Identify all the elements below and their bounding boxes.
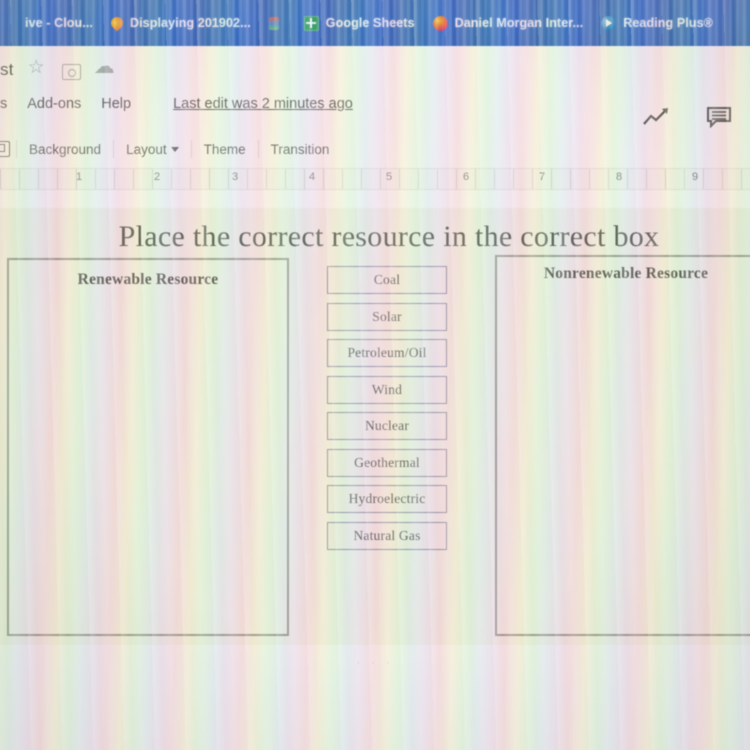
slide-title[interactable]: Place the correct resource in the correc…	[0, 220, 750, 254]
menu-item-help[interactable]: Help	[101, 96, 131, 112]
star-icon[interactable]	[28, 56, 48, 80]
below-slide-area: · · ·	[0, 645, 750, 750]
background-button[interactable]: Background	[17, 137, 113, 162]
slide-layout-icon[interactable]	[0, 141, 10, 157]
browser-tab-strip: ive - Clou... Displaying 201902... Googl…	[0, 0, 750, 46]
ruler-ticks	[0, 169, 750, 189]
ruler-number: 7	[538, 171, 546, 183]
ruler-number: 9	[691, 171, 699, 183]
dropzone-nonrenewable[interactable]: Nonrenewable Resource	[495, 255, 750, 636]
ruler-number: 1	[75, 171, 83, 183]
comment-icon[interactable]	[706, 106, 732, 129]
browser-tab-3[interactable]: Google Sheets	[295, 11, 424, 35]
resource-chip-geothermal[interactable]: Geothermal	[327, 448, 447, 477]
firefox-icon	[432, 15, 448, 31]
resource-chip-coal[interactable]: Coal	[327, 266, 447, 294]
tab-title: Displaying 201902...	[129, 16, 251, 30]
ruler-number: 4	[308, 171, 316, 183]
resource-chip-wind[interactable]: Wind	[327, 375, 447, 404]
ruler-number: 8	[615, 171, 623, 183]
dropzone-renewable[interactable]: Renewable Resource	[7, 258, 289, 636]
document-title-row: st	[0, 54, 115, 80]
tab-title: ive - Clou...	[25, 16, 93, 30]
transition-button[interactable]: Transition	[259, 137, 342, 162]
menu-item-tools[interactable]: s	[0, 96, 7, 112]
resource-chip-hydroelectric[interactable]: Hydroelectric	[327, 485, 447, 513]
chevron-down-icon	[170, 147, 179, 153]
browser-tab-4[interactable]: Daniel Morgan Inter...	[424, 11, 593, 35]
layout-button[interactable]: Layout	[114, 137, 191, 162]
header-action-icons	[642, 106, 732, 129]
browser-tab-1[interactable]: Displaying 201902...	[102, 11, 260, 35]
browser-tab-2[interactable]	[260, 11, 295, 35]
menu-bar: s Add-ons Help Last edit was 2 minutes a…	[0, 96, 353, 112]
horizontal-ruler[interactable]: 1 2 3 4 5 6 7 8 9	[0, 168, 750, 190]
location-pin-icon	[108, 14, 126, 32]
reading-plus-icon	[601, 15, 617, 31]
theme-button[interactable]: Theme	[192, 137, 258, 162]
resource-chip-natural-gas[interactable]: Natural Gas	[327, 521, 447, 550]
drive-icon	[3, 16, 18, 31]
resource-chip-petroleum-oil[interactable]: Petroleum/Oil	[327, 339, 447, 367]
slides-toolbar: Background Layout Theme Transition	[0, 132, 341, 166]
resource-chip-nuclear[interactable]: Nuclear	[327, 412, 447, 440]
cloud-saved-icon	[94, 54, 115, 80]
document-title[interactable]: st	[0, 60, 14, 80]
google-sheets-icon	[303, 15, 319, 31]
screen-photo: ive - Clou... Displaying 201902... Googl…	[0, 0, 750, 750]
browser-tab-5[interactable]: Reading Plus®	[592, 11, 722, 35]
tab-title: Reading Plus®	[623, 16, 713, 30]
ruler-number: 2	[153, 171, 161, 183]
ruler-number: 5	[385, 171, 393, 183]
tab-title: Daniel Morgan Inter...	[454, 16, 584, 30]
resource-chip-solar[interactable]: Solar	[327, 302, 447, 331]
slide-pagination-dots: · · ·	[356, 657, 394, 669]
generic-site-icon	[268, 16, 279, 30]
browser-tab-0[interactable]: ive - Clou...	[0, 11, 102, 35]
slide-canvas[interactable]: Place the correct resource in the correc…	[0, 208, 750, 645]
explore-trend-icon[interactable]	[642, 106, 672, 128]
browser-tabs: ive - Clou... Displaying 201902... Googl…	[0, 10, 722, 36]
dropzone-label: Nonrenewable Resource	[543, 265, 709, 282]
resource-chip-list: Coal Solar Petroleum/Oil Wind Nuclear Ge…	[327, 266, 447, 558]
tab-title: Google Sheets	[325, 16, 415, 30]
move-to-folder-icon[interactable]	[61, 64, 81, 80]
dropzone-label: Renewable Resource	[77, 271, 219, 288]
last-edit-status[interactable]: Last edit was 2 minutes ago	[173, 96, 353, 112]
menu-item-addons[interactable]: Add-ons	[27, 96, 81, 112]
ruler-number: 3	[231, 171, 239, 183]
ruler-number: 6	[462, 171, 470, 183]
layout-button-label: Layout	[126, 141, 167, 157]
